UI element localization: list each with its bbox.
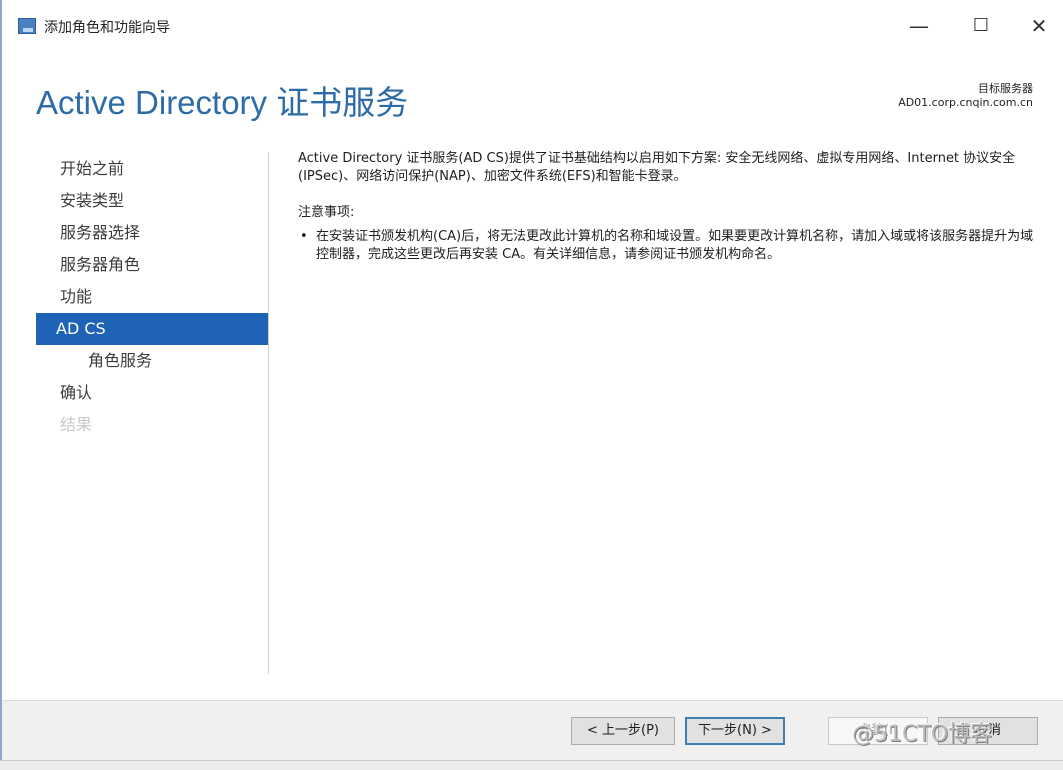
title-bar: 添加角色和功能向导 — ☐ ✕ [2, 0, 1063, 52]
minimize-button[interactable]: — [902, 12, 936, 40]
nav-divider [268, 152, 269, 674]
nav-item-server-selection[interactable]: 服务器选择 [36, 217, 268, 249]
nav-item-features[interactable]: 功能 [36, 281, 268, 313]
notes-heading: 注意事项: [298, 205, 355, 220]
nav-item-before-you-begin[interactable]: 开始之前 [36, 153, 268, 185]
previous-button[interactable]: < 上一步(P) [571, 717, 675, 745]
bullet-icon: • [300, 229, 308, 244]
window-title: 添加角色和功能向导 [44, 20, 170, 36]
nav-item-installation-type[interactable]: 安装类型 [36, 185, 268, 217]
note-text: 在安装证书颁发机构(CA)后，将无法更改此计算机的名称和域设置。如果要更改计算机… [316, 229, 1034, 262]
target-server-name: AD01.corp.cnqin.com.cn [898, 96, 1033, 109]
maximize-button[interactable]: ☐ [964, 12, 998, 40]
nav-item-confirmation[interactable]: 确认 [36, 377, 268, 409]
content-pane: Active Directory 证书服务(AD CS)提供了证书基础结构以启用… [298, 150, 1038, 264]
intro-text: Active Directory 证书服务(AD CS)提供了证书基础结构以启用… [298, 151, 1016, 184]
next-button[interactable]: 下一步(N) > [685, 717, 785, 745]
background-strip [0, 760, 1063, 770]
watermark: @51CTO博客 [852, 722, 993, 747]
nav-item-ad-cs[interactable]: AD CS [36, 313, 268, 345]
server-manager-icon [18, 18, 36, 34]
wizard-window: 添加角色和功能向导 — ☐ ✕ Active Directory 证书服务 目标… [0, 0, 1063, 760]
page-title: Active Directory 证书服务 [36, 84, 409, 121]
nav-item-results: 结果 [60, 415, 93, 434]
target-server-label: 目标服务器 [978, 82, 1033, 95]
wizard-nav: 开始之前 安装类型 服务器选择 服务器角色 功能 AD CS 角色服务 确认 结… [36, 153, 268, 441]
nav-item-role-services[interactable]: 角色服务 [36, 345, 268, 377]
nav-item-server-roles[interactable]: 服务器角色 [36, 249, 268, 281]
close-button[interactable]: ✕ [1022, 12, 1056, 40]
note-item: • 在安装证书颁发机构(CA)后，将无法更改此计算机的名称和域设置。如果要更改计… [298, 228, 1038, 264]
